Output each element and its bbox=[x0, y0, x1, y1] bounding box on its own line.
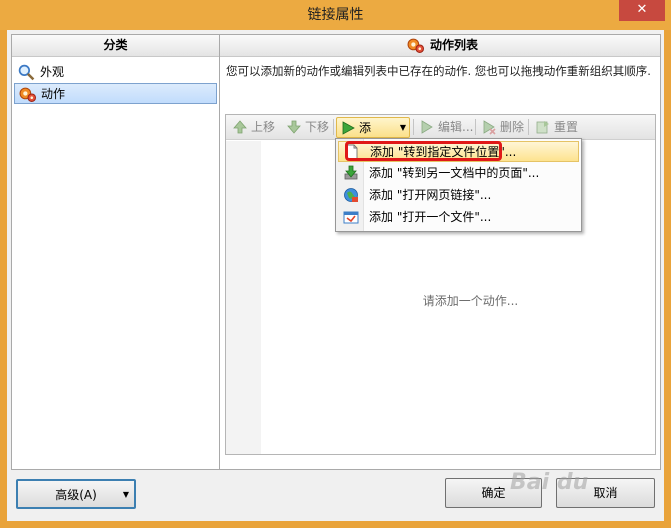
highlight-annotation bbox=[345, 141, 502, 161]
arrow-up-icon bbox=[233, 120, 247, 134]
toolbar-separator bbox=[413, 119, 414, 135]
watermark-logo: Bai du bbox=[510, 470, 589, 495]
move-down-label: 下移 bbox=[305, 120, 330, 134]
reset-button[interactable]: 重置 bbox=[532, 117, 578, 138]
chevron-down-icon: ▼ bbox=[122, 490, 129, 499]
category-header: 分类 bbox=[12, 35, 219, 57]
menu-item-goto-other-doc[interactable]: 添加 "转到另一文档中的页面"... bbox=[338, 163, 579, 184]
close-button[interactable]: ✕ bbox=[619, 0, 665, 21]
category-item-appearance[interactable]: 外观 bbox=[14, 62, 217, 83]
file-icon bbox=[343, 211, 359, 224]
category-label: 动作 bbox=[41, 87, 66, 101]
edit-action-label: 编辑... bbox=[438, 120, 474, 134]
dialog-client: 分类 外观 动作 动作列表 您可以添加新的动作或编辑列表中已存在的动作. 您也可… bbox=[7, 30, 664, 521]
reset-icon bbox=[536, 121, 549, 134]
menu-item-label: 添加 "打开一个文件"... bbox=[369, 210, 492, 224]
toolbar-separator bbox=[333, 119, 334, 135]
delete-action-button[interactable]: 删除 bbox=[478, 117, 524, 138]
toolbar-separator bbox=[528, 119, 529, 135]
download-arrow-icon bbox=[344, 165, 358, 180]
category-panel: 分类 外观 动作 bbox=[11, 34, 220, 470]
advanced-label: 高级(A) bbox=[55, 488, 97, 502]
title-bar[interactable]: 链接属性 ✕ bbox=[0, 0, 671, 30]
window-title: 链接属性 bbox=[307, 7, 364, 23]
delete-action-label: 删除 bbox=[500, 120, 525, 134]
chevron-down-icon: ▼ bbox=[399, 123, 406, 132]
arrow-down-icon bbox=[287, 120, 301, 134]
play-add-icon bbox=[342, 121, 355, 135]
menu-item-label: 添加 "转到另一文档中的页面"... bbox=[369, 166, 540, 180]
actions-panel: 动作列表 您可以添加新的动作或编辑列表中已存在的动作. 您也可以拖拽动作重新组织… bbox=[219, 34, 661, 470]
menu-item-label: 添加 "打开网页链接"... bbox=[369, 188, 492, 202]
actions-description: 您可以添加新的动作或编辑列表中已存在的动作. 您也可以拖拽动作重新组织其顺序. bbox=[226, 64, 651, 78]
actions-header-label: 动作列表 bbox=[429, 38, 478, 52]
reset-label: 重置 bbox=[554, 120, 579, 134]
dialog-window: 链接属性 ✕ 分类 外观 动作 动作列表 您可以添加新的动作或编辑列表中已存在的… bbox=[0, 0, 671, 528]
actions-toolbar: 上移 下移 添加... ▼ bbox=[226, 115, 655, 155]
edit-play-icon bbox=[421, 120, 433, 134]
category-label: 外观 bbox=[40, 65, 65, 79]
menu-item-open-web-link[interactable]: 添加 "打开网页链接"... bbox=[338, 185, 579, 206]
gears-icon bbox=[19, 87, 36, 102]
move-up-label: 上移 bbox=[251, 120, 276, 134]
menu-item-open-file[interactable]: 添加 "打开一个文件"... bbox=[338, 207, 579, 228]
empty-list-message: 请添加一个动作... bbox=[422, 294, 519, 308]
toolbar-separator bbox=[475, 119, 476, 135]
actions-header: 动作列表 bbox=[220, 35, 660, 57]
edit-action-button[interactable]: 编辑... bbox=[416, 117, 473, 138]
magnifier-icon bbox=[18, 64, 35, 81]
add-action-button[interactable]: 添加... ▼ bbox=[336, 117, 410, 155]
advanced-button[interactable]: 高级(A) ▼ bbox=[16, 479, 136, 509]
move-up-button[interactable]: 上移 bbox=[229, 117, 275, 138]
move-down-button[interactable]: 下移 bbox=[283, 117, 329, 138]
category-item-actions[interactable]: 动作 bbox=[14, 83, 217, 104]
delete-icon bbox=[483, 120, 496, 135]
globe-icon bbox=[344, 188, 358, 202]
gears-icon bbox=[407, 38, 424, 53]
